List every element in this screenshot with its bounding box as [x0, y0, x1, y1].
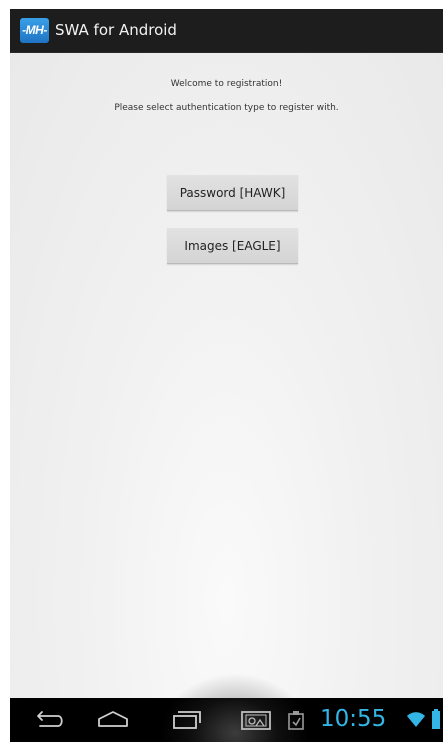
action-bar: -MH- SWA for Android: [10, 9, 443, 53]
device-screen: -MH- SWA for Android Welcome to registra…: [10, 9, 443, 742]
status-clock: 10:55: [320, 706, 387, 732]
registration-content: Welcome to registration! Please select a…: [10, 53, 443, 698]
wifi-icon: [407, 712, 425, 727]
instruction-text: Please select authentication type to reg…: [114, 103, 339, 113]
welcome-text: Welcome to registration!: [170, 79, 283, 89]
recent-apps-icon[interactable]: [168, 706, 204, 734]
back-icon[interactable]: [30, 706, 66, 734]
app-title: SWA for Android: [55, 21, 177, 39]
home-icon[interactable]: [95, 706, 131, 734]
clipboard-icon: [288, 711, 304, 730]
system-navigation-bar: 10:55: [10, 673, 443, 742]
screenshot-icon[interactable]: [238, 706, 274, 734]
images-eagle-button[interactable]: Images [EAGLE]: [167, 228, 298, 264]
battery-icon: [432, 709, 440, 729]
app-logo-icon[interactable]: -MH-: [20, 18, 49, 43]
password-hawk-button[interactable]: Password [HAWK]: [167, 175, 298, 211]
